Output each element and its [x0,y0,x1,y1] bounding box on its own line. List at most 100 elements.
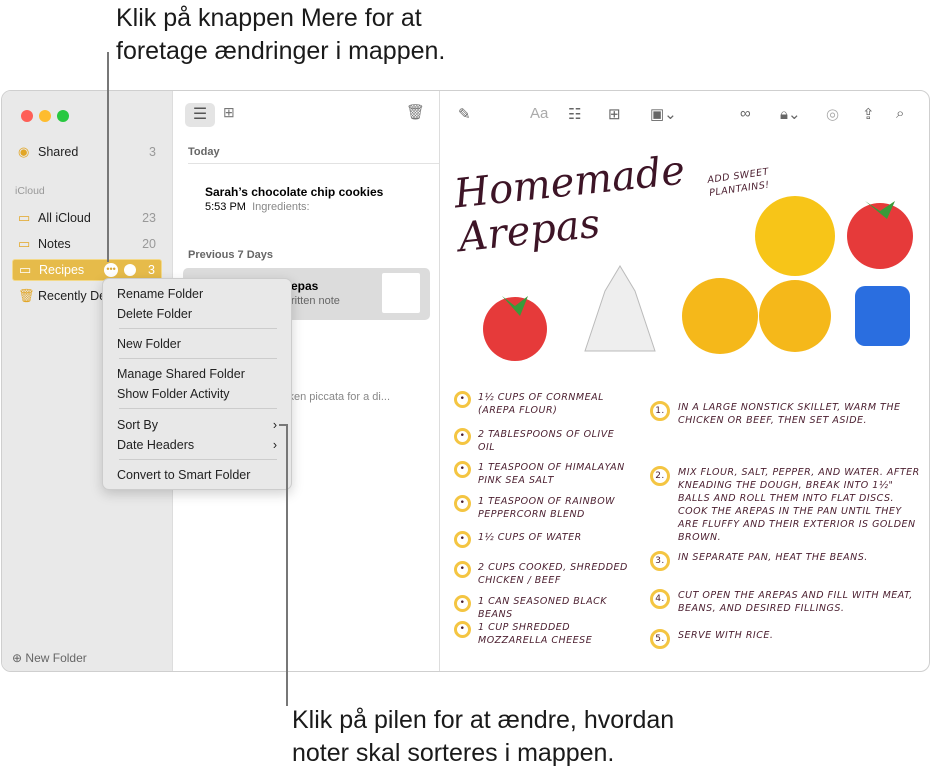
ingredient-text: 1 cup shredded mozzarella cheese [478,622,593,646]
delete-note-button[interactable]: 🗑 [406,103,425,121]
bullet-icon: • [454,621,471,638]
callout-line2: noter skal sorteres i mappen. [292,739,615,767]
zoom-button[interactable] [57,110,69,122]
ingredient-item: • 1 teaspoon of rainbow peppercorn blend [454,495,634,521]
folder-icon: ▭ [18,210,31,225]
step-number: 2. [650,466,670,486]
callout-line1: Klik på pilen for at ændre, hvordan [292,706,675,734]
ingredient-text: 1 teaspoon of Himalayan pink sea salt [478,462,625,486]
menu-item-manage-shared-folder[interactable]: Manage Shared Folder [117,365,277,383]
beans-can-drawing [855,286,910,346]
more-button[interactable]: ••• [104,263,119,277]
folder-icon: ▭ [18,236,31,251]
count: 3 [149,145,156,159]
chevron-right-icon[interactable]: › [273,416,277,434]
arepa-drawing [755,196,835,276]
count: 23 [142,211,156,225]
bullet-icon: • [454,561,471,578]
callout-leader-line [107,52,109,262]
note-thumbnail [382,273,420,313]
share-icon[interactable]: ⇪ [862,105,875,123]
ingredient-item: • 1 teaspoon of Himalayan pink sea salt [454,461,634,487]
note-preview: ritten note [291,295,340,307]
callout-more-button: Klik på knappen Mere for at foretage ændr… [116,2,445,68]
ingredient-text: 2 tablespoons of olive oil [478,429,615,453]
step-text: In a large nonstick skillet, warm the ch… [678,402,901,426]
ingredient-text: 1 can seasoned black beans [478,596,607,620]
ingredient-item: • 1 cup shredded mozzarella cheese [454,621,634,647]
ingredient-item: • 2 cups cooked, shredded chicken / beef [454,561,634,587]
sidebar-item-notes[interactable]: ▭ Notes 20 [12,233,162,255]
arepa-drawing [759,280,831,352]
checklist-icon[interactable]: ☷ [568,105,581,123]
menu-item-date-headers[interactable]: Date Headers › [117,436,277,454]
sidebar-item-all-icloud[interactable]: ▭ All iCloud 23 [12,207,162,229]
bullet-icon: • [454,391,471,408]
label: Recipes [39,263,85,277]
compose-icon[interactable]: ✎ [458,105,471,123]
note-title: epas [291,279,319,293]
note-preview: Ingredients: [252,201,310,213]
step-item: 5. Serve with rice. [650,629,920,649]
new-folder-button[interactable]: ⊕ New Folder [12,651,87,665]
step-text: Serve with rice. [678,630,774,641]
menu-item-show-folder-activity[interactable]: Show Folder Activity [117,385,277,403]
section-previous-7-days: Previous 7 Days [188,249,273,261]
step-item: 3. In separate pan, heat the beans. [650,551,920,571]
ingredient-item: • 2 tablespoons of olive oil [454,428,634,454]
media-icon[interactable]: ▣⌄ [650,105,677,123]
folder-context-menu: Rename Folder Delete Folder New Folder M… [102,278,292,490]
menu-item-new-folder[interactable]: New Folder [117,335,277,353]
section-header: iCloud [15,185,45,197]
step-item: 2. Mix flour, salt, pepper, and water. Af… [650,466,920,544]
note-preview: cken piccata for a di... [283,391,390,403]
menu-item-sort-by[interactable]: Sort By › [117,416,277,434]
lock-icon[interactable]: 🔒︎⌄ [780,105,801,123]
note-time: 5:53 PM [205,201,246,213]
step-number: 4. [650,589,670,609]
note-item[interactable]: Sarah’s chocolate chip cookies 5:53 PM In… [205,185,383,213]
shared-icon: ◉ [18,144,30,159]
food-illustration [483,196,913,361]
callout-sort-arrow: Klik på pilen for at ændre, hvordan noter… [292,704,674,770]
bullet-icon: • [454,531,471,548]
gallery-view-button[interactable]: ⊞ [223,104,235,121]
format-icon[interactable]: Aa [530,105,548,122]
ingredient-text: 1½ cups of water [478,532,582,543]
shared-folder-icon: ▭ [19,262,32,277]
label: Rename Folder [117,287,204,301]
step-number: 5. [650,629,670,649]
divider [188,163,439,164]
minimize-button[interactable] [39,110,51,122]
share-participants-icon[interactable]: ◎ [826,105,839,123]
table-icon[interactable]: ⊞ [608,105,621,123]
search-icon[interactable]: ⌕ [896,105,904,122]
arepa-drawing [682,278,758,354]
label: New Folder [25,651,87,665]
label: Notes [38,237,71,251]
callout-line2: foretage ændringer i mappen. [116,37,446,65]
label: All iCloud [38,211,91,225]
note-title: Sarah’s chocolate chip cookies [205,185,384,199]
menu-item-convert-to-smart-folder[interactable]: Convert to Smart Folder [117,466,277,484]
separator [119,459,277,460]
trash-icon: 🗑 [18,288,35,303]
step-number: 1. [650,401,670,421]
bullet-icon: • [454,461,471,478]
bullet-icon: • [454,495,471,512]
close-button[interactable] [21,110,33,122]
chevron-right-icon[interactable]: › [273,436,277,454]
bullet-icon: • [454,428,471,445]
collaborate-icon[interactable]: ∞ [740,105,751,122]
label: Convert to Smart Folder [117,468,251,482]
callout-leader-line [286,424,288,706]
separator [119,328,277,329]
list-view-button[interactable]: ☰ [185,103,215,127]
sidebar-item-shared[interactable]: ◉ Shared 3 [12,141,162,163]
label: Manage Shared Folder [117,367,245,381]
menu-item-rename-folder[interactable]: Rename Folder [117,285,277,303]
ingredient-text: 2 cups cooked, shredded chicken / beef [478,562,628,586]
separator [119,408,277,409]
menu-item-delete-folder[interactable]: Delete Folder [117,305,277,323]
note-editor: ✎ Aa ☷ ⊞ ▣⌄ ∞ 🔒︎⌄ ◎ ⇪ ⌕ Homemade Arepas … [440,91,929,671]
